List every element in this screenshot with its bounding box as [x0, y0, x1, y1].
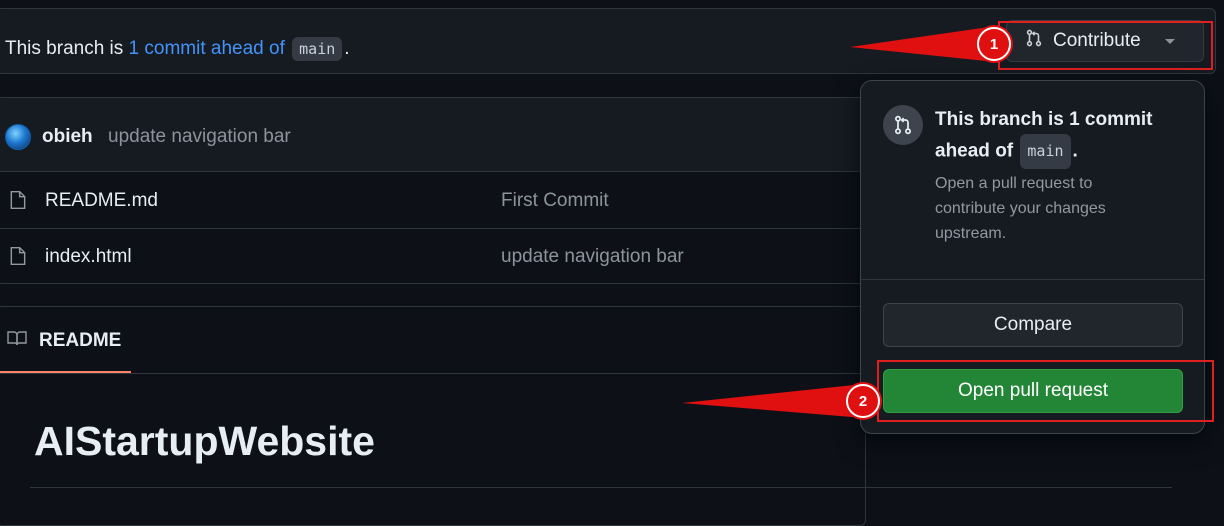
- annotation-arrows: [682, 26, 996, 418]
- step-marker-1: 1: [977, 27, 1011, 61]
- arrow-step-2: [682, 384, 864, 418]
- step-marker-2: 2: [846, 384, 880, 418]
- arrow-step-1: [850, 26, 996, 62]
